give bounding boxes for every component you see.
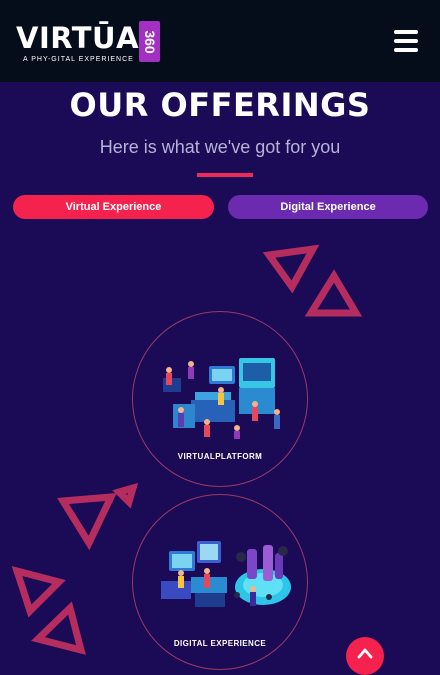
offering-label: DIGITAL EXPERIENCE xyxy=(173,639,267,648)
virtual-platform-illustration xyxy=(163,358,280,439)
triangle-shape xyxy=(112,482,139,509)
triangle-shape xyxy=(31,601,86,655)
triangle-shape xyxy=(262,244,320,294)
triangle-shape xyxy=(57,493,117,551)
offering-label: VIRTUALPLATFORM xyxy=(177,452,263,461)
triangle-shape xyxy=(11,565,66,618)
offering-card-virtual-platform[interactable]: VIRTUALPLATFORM xyxy=(132,311,308,487)
scroll-to-top-button[interactable] xyxy=(346,637,384,675)
triangle-shape xyxy=(304,269,363,317)
digital-experience-illustration xyxy=(161,541,291,607)
offering-card-digital-experience[interactable]: DIGITAL EXPERIENCE xyxy=(132,494,308,670)
chevron-up-icon xyxy=(357,648,373,659)
